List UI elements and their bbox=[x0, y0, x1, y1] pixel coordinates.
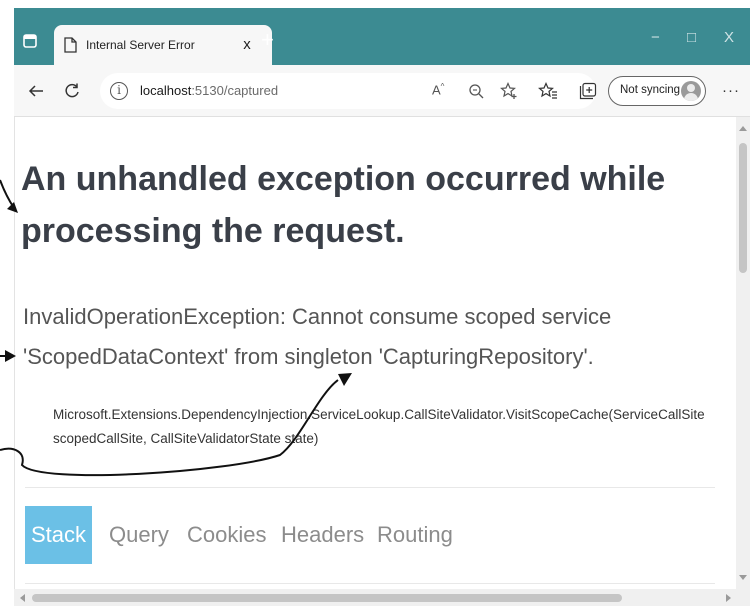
tab-routing[interactable]: Routing bbox=[371, 506, 459, 564]
title-bar: Internal Server Error x + − □ X bbox=[14, 8, 750, 65]
window-icon[interactable] bbox=[23, 34, 37, 48]
vertical-scrollbar[interactable] bbox=[736, 117, 750, 589]
info-icon[interactable]: i bbox=[110, 82, 128, 100]
collections-button[interactable] bbox=[574, 77, 602, 105]
back-button[interactable] bbox=[22, 77, 50, 105]
collections-icon bbox=[579, 82, 597, 100]
tab-headers[interactable]: Headers bbox=[275, 506, 370, 564]
sync-label: Not syncing bbox=[620, 84, 681, 96]
avatar-icon bbox=[681, 81, 701, 101]
vertical-scroll-thumb[interactable] bbox=[739, 143, 747, 273]
tab-query[interactable]: Query bbox=[103, 506, 175, 564]
address-bar[interactable]: i localhost:5130/captured A^ bbox=[100, 73, 596, 109]
refresh-icon bbox=[65, 83, 79, 98]
close-window-button[interactable]: X bbox=[724, 30, 734, 46]
minimize-button[interactable]: − bbox=[651, 30, 660, 46]
profile-sync-button[interactable]: Not syncing bbox=[608, 76, 706, 106]
browser-tab[interactable]: Internal Server Error x bbox=[54, 25, 272, 65]
refresh-button[interactable] bbox=[58, 77, 86, 105]
tab-title: Internal Server Error bbox=[86, 38, 195, 52]
read-aloud-icon[interactable]: A^ bbox=[432, 82, 444, 97]
exception-message: InvalidOperationException: Cannot consum… bbox=[23, 304, 612, 369]
scroll-down-icon[interactable] bbox=[739, 575, 747, 580]
scroll-left-icon[interactable] bbox=[20, 594, 25, 602]
tab-close-button[interactable]: x bbox=[236, 33, 258, 57]
browser-toolbar: i localhost:5130/captured A^ Not syncing… bbox=[14, 65, 750, 117]
tab-stack[interactable]: Stack bbox=[25, 506, 93, 564]
tab-cookies[interactable]: Cookies bbox=[181, 506, 272, 564]
back-icon bbox=[28, 85, 43, 97]
url-text[interactable]: localhost:5130/captured bbox=[140, 83, 278, 98]
scroll-up-icon[interactable] bbox=[739, 126, 747, 131]
more-icon[interactable]: ··· bbox=[718, 77, 744, 105]
zoom-icon[interactable] bbox=[468, 83, 484, 99]
divider bbox=[25, 487, 715, 488]
error-heading: An unhandled exception occurred while pr… bbox=[21, 160, 666, 250]
add-favorite-icon[interactable] bbox=[500, 82, 518, 100]
favorites-button[interactable] bbox=[534, 77, 562, 105]
document-icon bbox=[64, 37, 77, 53]
horizontal-scroll-thumb[interactable] bbox=[32, 594, 622, 602]
exception-location: Microsoft.Extensions.DependencyInjection… bbox=[53, 407, 705, 446]
favorites-icon bbox=[538, 82, 557, 99]
maximize-button[interactable]: □ bbox=[687, 30, 696, 46]
scroll-right-icon[interactable] bbox=[726, 594, 731, 602]
new-tab-button[interactable]: + bbox=[261, 29, 274, 51]
divider bbox=[25, 583, 715, 584]
page-content: An unhandled exception occurred while pr… bbox=[14, 117, 736, 589]
horizontal-scrollbar[interactable] bbox=[14, 589, 750, 606]
